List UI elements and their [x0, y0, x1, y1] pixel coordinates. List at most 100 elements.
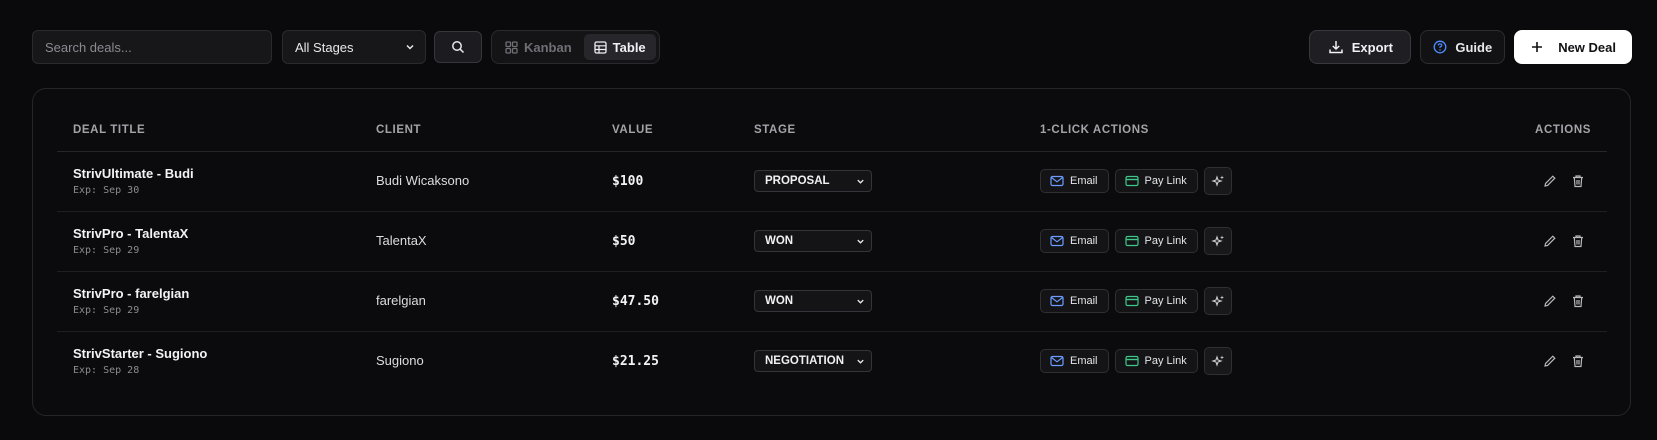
quick-actions-cell: Email Pay Link [1024, 151, 1404, 212]
deal-title-cell: StrivStarter - Sugiono Exp: Sep 28 [57, 331, 360, 391]
email-label: Email [1070, 295, 1098, 307]
pay-link-button[interactable]: Pay Link [1114, 229, 1198, 253]
stage-cell: WON [738, 211, 1024, 272]
edit-pencil-icon[interactable] [1543, 354, 1557, 368]
sparkles-icon [1210, 295, 1224, 307]
ai-assist-button[interactable] [1203, 287, 1232, 315]
ai-assist-button[interactable] [1203, 347, 1232, 376]
download-icon [1329, 41, 1343, 54]
search-input[interactable] [32, 30, 272, 64]
client-cell: TalentaX [360, 211, 596, 272]
client-cell: farelgian [360, 271, 596, 332]
chevron-down-icon [857, 179, 864, 184]
row-actions-cell [1404, 211, 1607, 272]
export-button[interactable]: Export [1309, 30, 1412, 64]
deal-title[interactable]: StrivPro - farelgian [73, 286, 360, 301]
email-button[interactable]: Email [1040, 229, 1109, 253]
value-cell: $50 [596, 211, 738, 272]
stage-value: WON [765, 235, 794, 247]
email-button[interactable]: Email [1040, 169, 1109, 193]
credit-card-icon [1124, 356, 1139, 367]
stage-cell: PROPOSAL [738, 151, 1024, 212]
stage-select[interactable]: WON [754, 290, 872, 312]
ai-assist-button[interactable] [1203, 227, 1232, 255]
deal-title-cell: StrivPro - TalentaX Exp: Sep 29 [57, 211, 360, 272]
stage-value: PROPOSAL [765, 175, 830, 187]
trash-icon[interactable] [1571, 174, 1585, 188]
view-table-label: Table [612, 39, 646, 55]
sparkles-icon [1210, 355, 1224, 367]
edit-pencil-icon[interactable] [1543, 234, 1557, 248]
email-button[interactable]: Email [1040, 289, 1109, 313]
new-deal-label: New Deal [1558, 39, 1616, 55]
stage-filter-select[interactable]: All Stages [282, 30, 426, 64]
header-actions: ACTIONS [1404, 109, 1607, 152]
credit-card-icon [1124, 175, 1139, 187]
pay-link-button[interactable]: Pay Link [1114, 349, 1198, 374]
deal-title[interactable]: StrivUltimate - Budi [73, 166, 360, 181]
value-cell: $47.50 [596, 271, 738, 332]
deals-table-panel: DEAL TITLE CLIENT VALUE STAGE 1-CLICK AC… [32, 88, 1631, 416]
help-circle-icon [1433, 40, 1447, 54]
value-cell: $21.25 [596, 331, 738, 391]
mail-icon [1050, 175, 1064, 187]
email-label: Email [1070, 175, 1098, 187]
export-label: Export [1351, 39, 1393, 55]
edit-pencil-icon[interactable] [1543, 294, 1557, 308]
table-row: StrivPro - farelgian Exp: Sep 29 farelgi… [57, 271, 1607, 332]
deal-value: $47.50 [612, 294, 659, 309]
table-row: StrivStarter - Sugiono Exp: Sep 28 Sugio… [57, 331, 1607, 391]
credit-card-icon [1124, 235, 1139, 247]
table-icon [594, 40, 607, 54]
ai-assist-button[interactable] [1203, 167, 1232, 195]
mail-icon [1050, 356, 1064, 367]
edit-pencil-icon[interactable] [1543, 174, 1557, 188]
search-button[interactable] [434, 31, 482, 63]
trash-icon[interactable] [1571, 234, 1585, 248]
table-row: StrivPro - TalentaX Exp: Sep 29 TalentaX… [57, 211, 1607, 272]
client-name: TalentaX [376, 233, 427, 248]
deal-title-cell: StrivUltimate - Budi Exp: Sep 30 [57, 151, 360, 212]
deal-title[interactable]: StrivPro - TalentaX [73, 226, 360, 241]
header-client: CLIENT [360, 109, 596, 152]
pay-link-button[interactable]: Pay Link [1114, 169, 1198, 193]
stage-value: NEGOTIATION [765, 355, 845, 368]
guide-button[interactable]: Guide [1420, 30, 1506, 64]
stage-select[interactable]: WON [754, 230, 872, 252]
grid-icon [505, 40, 518, 54]
view-kanban-button[interactable]: Kanban [495, 34, 582, 60]
table-header-row: DEAL TITLE CLIENT VALUE STAGE 1-CLICK AC… [57, 109, 1607, 152]
email-label: Email [1070, 355, 1098, 368]
email-button[interactable]: Email [1040, 349, 1109, 374]
pay-link-label: Pay Link [1144, 175, 1187, 187]
new-deal-button[interactable]: New Deal [1514, 30, 1632, 64]
quick-actions-cell: Email Pay Link [1024, 211, 1404, 272]
deal-value: $21.25 [612, 354, 659, 370]
header-value: VALUE [596, 109, 738, 152]
stage-cell: WON [738, 271, 1024, 332]
view-table-button[interactable]: Table [583, 34, 656, 60]
pay-link-label: Pay Link [1144, 235, 1187, 247]
view-toggle: Kanban Table [491, 30, 660, 64]
deal-expiry: Exp: Sep 29 [73, 245, 140, 256]
header-1-click-actions: 1-CLICK ACTIONS [1024, 109, 1404, 152]
quick-actions-cell: Email Pay Link [1024, 331, 1404, 391]
chevron-down-icon [406, 44, 414, 50]
stage-filter-value: All Stages [295, 39, 354, 55]
view-kanban-label: Kanban [524, 39, 572, 55]
email-label: Email [1070, 235, 1098, 247]
sparkles-icon [1210, 235, 1224, 247]
pay-link-label: Pay Link [1144, 355, 1187, 368]
stage-select[interactable]: PROPOSAL [754, 170, 872, 192]
row-actions-cell [1404, 151, 1607, 212]
stage-select[interactable]: NEGOTIATION [754, 350, 872, 373]
pay-link-button[interactable]: Pay Link [1114, 289, 1198, 313]
pay-link-label: Pay Link [1144, 295, 1187, 307]
trash-icon[interactable] [1571, 354, 1585, 368]
stage-cell: NEGOTIATION [738, 331, 1024, 391]
deal-title[interactable]: StrivStarter - Sugiono [73, 346, 360, 361]
stage-value: WON [765, 295, 794, 307]
deal-expiry: Exp: Sep 30 [73, 185, 140, 196]
deal-value: $100 [612, 174, 644, 189]
trash-icon[interactable] [1571, 294, 1585, 308]
